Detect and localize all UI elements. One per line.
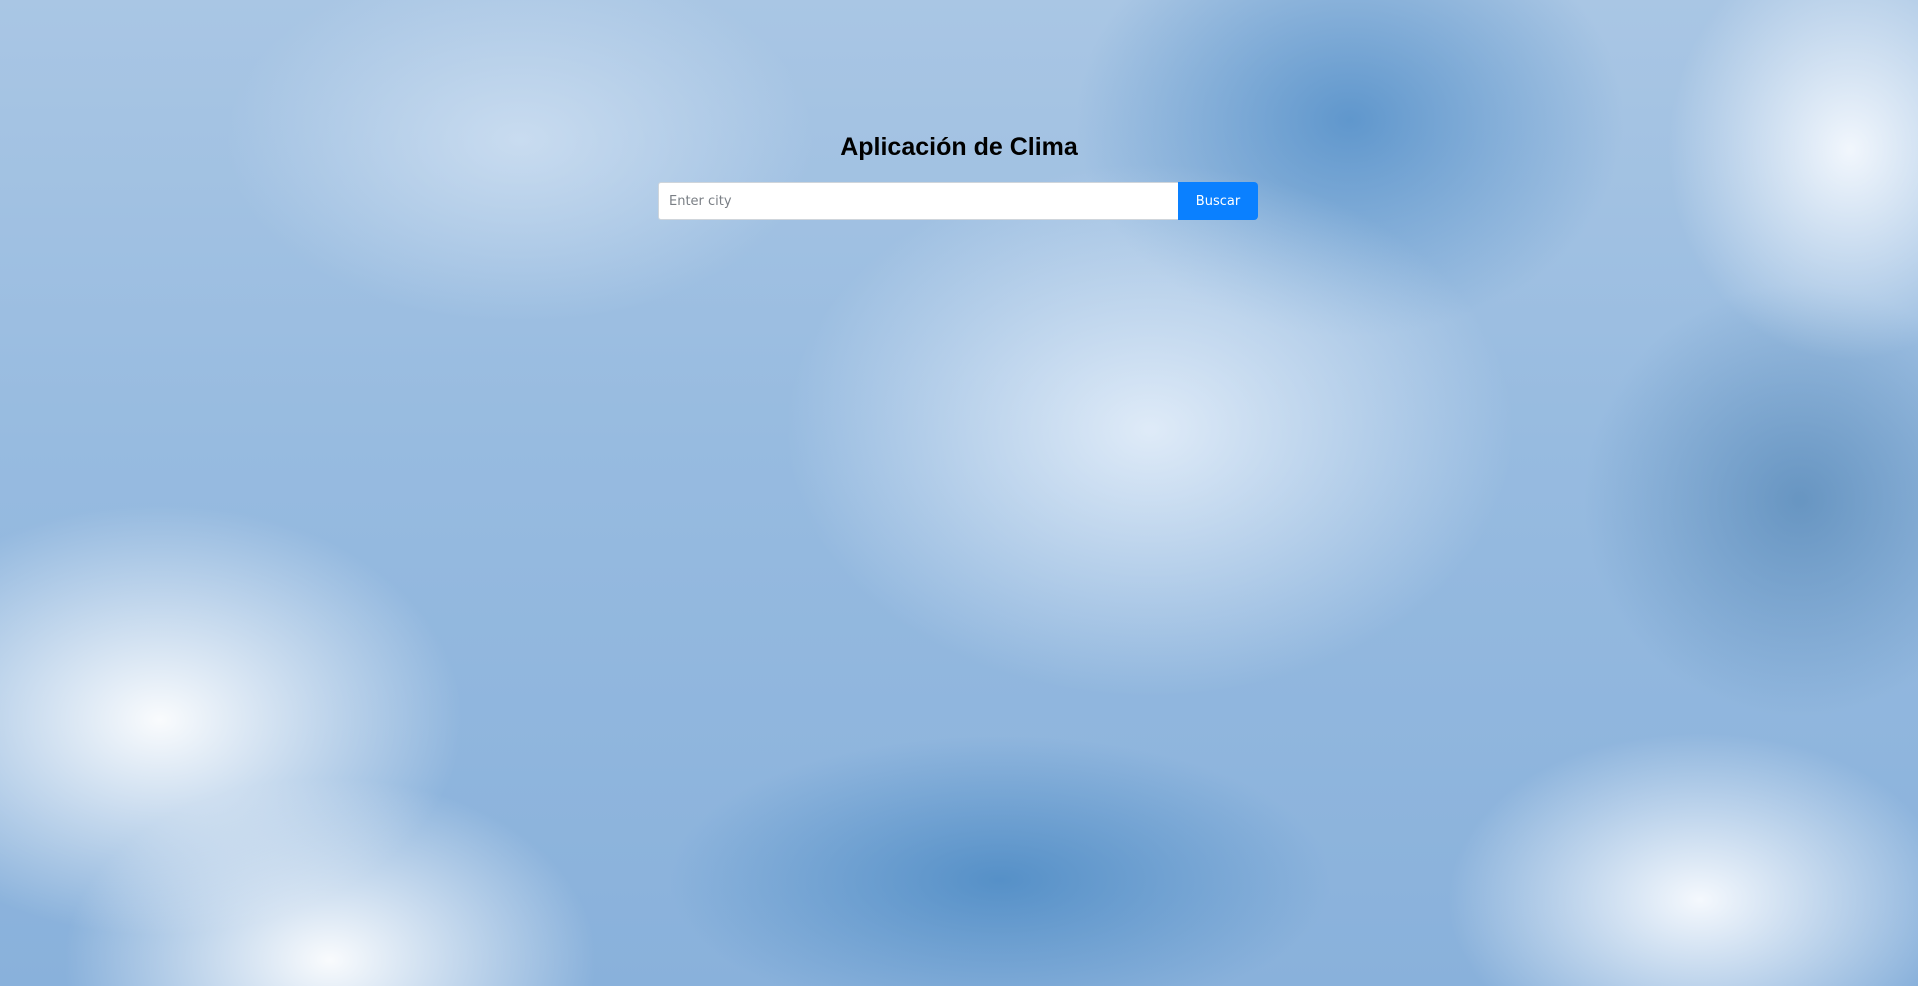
page-title: Aplicación de Clima (840, 133, 1078, 161)
search-bar: Buscar (658, 182, 1258, 220)
city-input[interactable] (658, 182, 1178, 220)
search-button[interactable]: Buscar (1178, 182, 1258, 220)
